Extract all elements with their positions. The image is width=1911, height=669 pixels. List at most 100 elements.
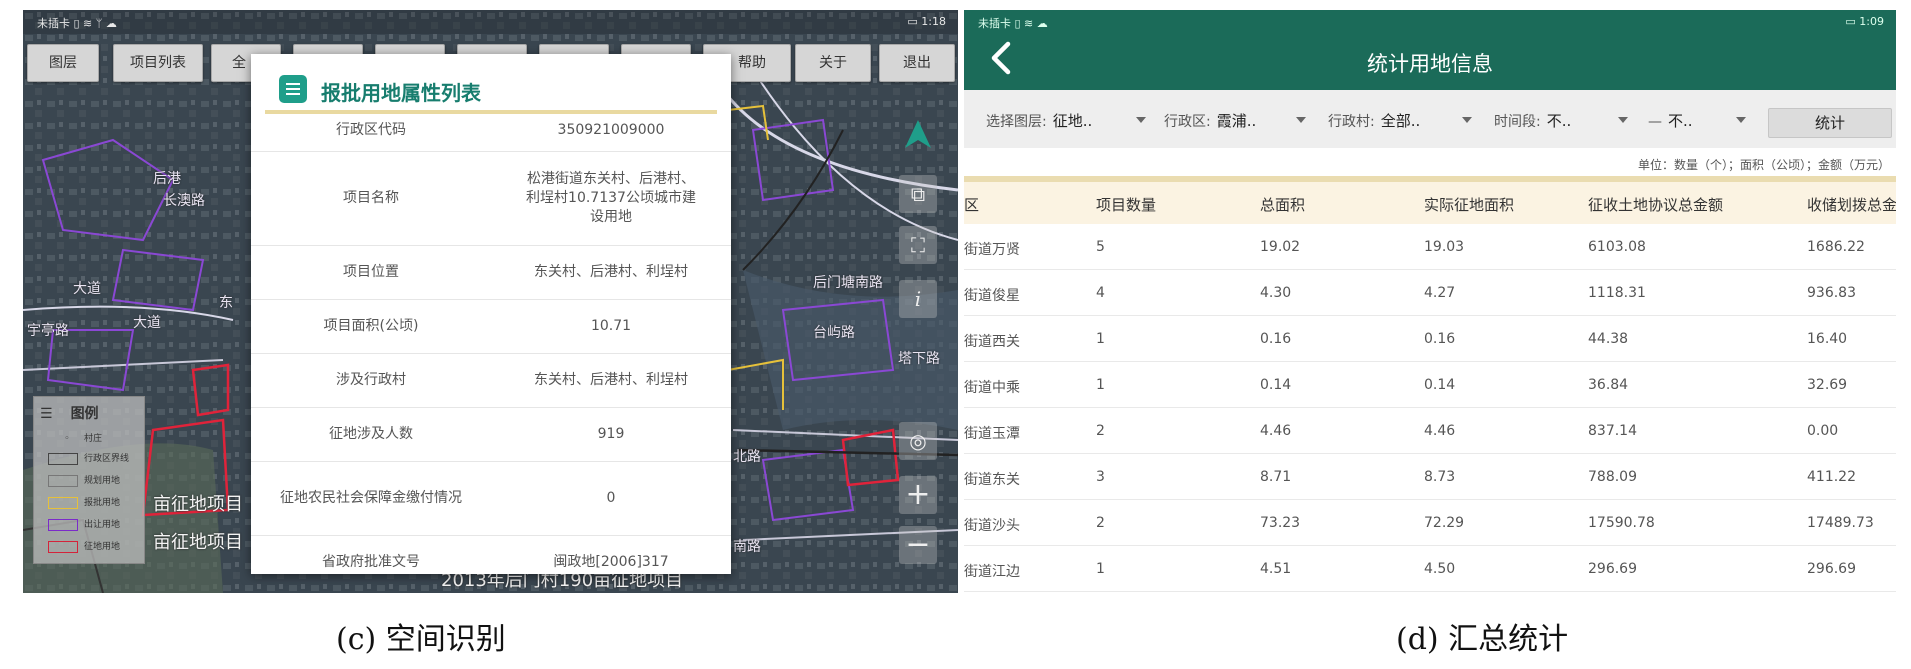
chevron-down-icon[interactable] bbox=[1618, 117, 1628, 123]
attribute-list[interactable]: 行政区代码 350921009000 项目名称 松港街道东关村、后港村、利埕村1… bbox=[251, 104, 731, 574]
table-row[interactable]: 街道万贤 5 19.02 19.03 6103.08 1686.22 bbox=[964, 224, 1896, 270]
village-select[interactable]: 行政村: 全部.. bbox=[1328, 110, 1420, 131]
table-cell: 4.51 bbox=[1260, 561, 1292, 577]
column-header: 实际征地面积 bbox=[1424, 196, 1515, 214]
legend-item: ◦ 村庄 bbox=[64, 434, 103, 444]
table-cell: 5 bbox=[1096, 239, 1105, 255]
status-right: ▭ 1:09 bbox=[1845, 15, 1884, 28]
table-cell: 4.46 bbox=[1260, 423, 1292, 439]
attribute-value: 0 bbox=[606, 490, 616, 507]
table-cell: 街道万贤 bbox=[964, 242, 1020, 258]
map-label: 长澳路 bbox=[163, 193, 205, 209]
period-from-select[interactable]: 时间段: 不.. bbox=[1494, 110, 1571, 131]
table-cell: 19.02 bbox=[1260, 239, 1301, 255]
district-value: 霞浦.. bbox=[1216, 112, 1257, 130]
layer-select[interactable]: 选择图层: 征地.. bbox=[986, 110, 1092, 131]
table-cell: 1686.22 bbox=[1807, 239, 1865, 255]
period-separator: — bbox=[1648, 114, 1662, 130]
table-cell: 0.14 bbox=[1260, 377, 1292, 393]
table-cell: 17590.78 bbox=[1588, 515, 1655, 531]
attribute-value: 350921009000 bbox=[557, 122, 665, 139]
period-from-value: 不.. bbox=[1546, 112, 1572, 130]
column-header: 征收土地协议总金额 bbox=[1588, 196, 1724, 214]
attribute-key: 征地涉及人数 bbox=[329, 426, 413, 443]
table-cell: 73.23 bbox=[1260, 515, 1301, 531]
table-row[interactable]: 街道玉潭 2 4.46 4.46 837.14 0.00 bbox=[964, 408, 1896, 454]
left-screen: 未插卡 ▯ ≋ ᛘ ☁ ▭ 1:18 图层 项目列表 全 帮助 关于 退出 长澳… bbox=[23, 10, 958, 593]
village-value: 全部.. bbox=[1380, 112, 1421, 130]
column-header: 区 bbox=[964, 196, 980, 214]
chevron-down-icon[interactable] bbox=[1736, 117, 1746, 123]
table-cell: 2 bbox=[1096, 515, 1105, 531]
attribute-key: 项目面积(公顷) bbox=[323, 318, 419, 335]
attribute-value: 10.71 bbox=[590, 318, 632, 335]
attribute-dialog: 报批用地属性列表 行政区代码 350921009000 项目名称 松港街道东关村… bbox=[251, 54, 731, 574]
table-row[interactable]: 街道东关 3 8.71 8.73 788.09 411.22 bbox=[964, 454, 1896, 500]
attribute-row: 项目位置 东关村、后港村、利埕村 bbox=[251, 246, 731, 300]
dialog-divider bbox=[265, 110, 717, 114]
table-header: 区 项目数量 总面积 实际征地面积 征收土地协议总金额 收储划拨总金 bbox=[964, 182, 1896, 224]
table-cell: 1 bbox=[1096, 561, 1105, 577]
table-row[interactable]: 街道俊星 4 4.30 4.27 1118.31 936.83 bbox=[964, 270, 1896, 316]
right-screen: 未插卡 ▯ ≋ ☁ ▭ 1:09 统计用地信息 选择图层: 征地.. 行政区: 霞浦… bbox=[964, 10, 1896, 593]
table-cell: 16.40 bbox=[1807, 331, 1848, 347]
attribute-key: 征地农民社会保障金缴付情况 bbox=[280, 490, 462, 507]
table-cell: 17489.73 bbox=[1807, 515, 1874, 531]
period-label: 时间段: bbox=[1494, 114, 1541, 130]
table-cell: 72.29 bbox=[1424, 515, 1465, 531]
attribute-value: 919 bbox=[597, 426, 625, 443]
table-cell: 0.14 bbox=[1424, 377, 1456, 393]
table-cell: 19.03 bbox=[1424, 239, 1465, 255]
legend-item: 征地用地 bbox=[48, 539, 120, 553]
map-label: 大道 bbox=[133, 315, 161, 331]
table-cell: 4.30 bbox=[1260, 285, 1292, 301]
table-cell: 936.83 bbox=[1807, 285, 1856, 301]
map-legend: ☰ 图例 ◦ 村庄 行政区界线 规划用地 报批用地 出让用地 征地用地 bbox=[33, 396, 145, 564]
extent-icon[interactable]: ⛶ bbox=[899, 226, 937, 264]
attribute-value: 闽政地[2006]317 bbox=[553, 554, 669, 571]
zoom-out-icon[interactable]: − bbox=[899, 526, 937, 564]
toolbar-button-project-list[interactable]: 项目列表 bbox=[113, 44, 203, 82]
table-row[interactable]: 街道西关 1 0.16 0.16 44.38 16.40 bbox=[964, 316, 1896, 362]
attribute-value: 东关村、后港村、利埕村 bbox=[534, 264, 688, 281]
attribute-row: 征地农民社会保障金缴付情况 0 bbox=[251, 462, 731, 536]
attribute-row: 项目名称 松港街道东关村、后港村、利埕村10.7137公顷城市建设用地 bbox=[251, 152, 731, 246]
locate-icon[interactable]: ◎ bbox=[899, 422, 937, 460]
toolbar-button-about[interactable]: 关于 bbox=[795, 44, 871, 82]
toolbar-button-exit[interactable]: 退出 bbox=[879, 44, 955, 82]
map-label: 塔下路 bbox=[898, 351, 940, 367]
table-cell: 3 bbox=[1096, 469, 1105, 485]
period-to-select[interactable]: — 不.. bbox=[1648, 110, 1693, 131]
district-select[interactable]: 行政区: 霞浦.. bbox=[1164, 110, 1256, 131]
toolbar-button-layers[interactable]: 图层 bbox=[27, 44, 99, 82]
column-header: 收储划拨总金 bbox=[1807, 196, 1896, 214]
chevron-down-icon[interactable] bbox=[1136, 117, 1146, 123]
legend-item: 行政区界线 bbox=[48, 451, 129, 465]
layers-icon[interactable]: ⧉ bbox=[899, 175, 937, 213]
statistics-button[interactable]: 统计 bbox=[1768, 108, 1892, 138]
chevron-down-icon[interactable] bbox=[1462, 117, 1472, 123]
table-row[interactable]: 街道中乘 1 0.14 0.14 36.84 32.69 bbox=[964, 362, 1896, 408]
table-cell: 街道沙头 bbox=[964, 518, 1020, 534]
table-cell: 2 bbox=[1096, 423, 1105, 439]
legend-item: 规划用地 bbox=[48, 473, 120, 487]
attribute-row: 涉及行政村 东关村、后港村、利埕村 bbox=[251, 354, 731, 408]
table-cell: 8.71 bbox=[1260, 469, 1292, 485]
legend-item: 出让用地 bbox=[48, 517, 120, 531]
info-icon[interactable]: i bbox=[899, 280, 937, 318]
dialog-title: 报批用地属性列表 bbox=[321, 81, 481, 105]
table-cell: 44.38 bbox=[1588, 331, 1629, 347]
attribute-row: 征地涉及人数 919 bbox=[251, 408, 731, 462]
attribute-row: 项目面积(公顷) 10.71 bbox=[251, 300, 731, 354]
table-cell: 1118.31 bbox=[1588, 285, 1646, 301]
chevron-down-icon[interactable] bbox=[1296, 117, 1306, 123]
map-label: 东 bbox=[219, 295, 233, 311]
table-cell: 6103.08 bbox=[1588, 239, 1646, 255]
zoom-in-icon[interactable]: + bbox=[899, 476, 937, 514]
table-cell: 4.27 bbox=[1424, 285, 1456, 301]
table-row[interactable]: 街道江边 1 4.51 4.50 296.69 296.69 bbox=[964, 546, 1896, 592]
table-row[interactable]: 街道沙头 2 73.23 72.29 17590.78 17489.73 bbox=[964, 500, 1896, 546]
compass-icon bbox=[905, 120, 931, 148]
table-cell: 4.50 bbox=[1424, 561, 1456, 577]
table-cell: 36.84 bbox=[1588, 377, 1629, 393]
